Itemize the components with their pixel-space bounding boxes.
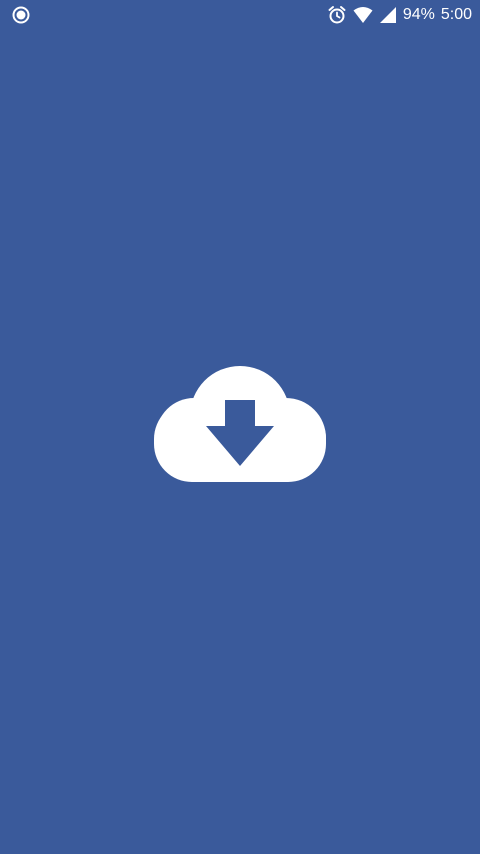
status-right-group: 94% 5:00 [327, 4, 472, 26]
alarm-clock-icon [327, 5, 347, 25]
status-bar: 94% 5:00 [0, 0, 480, 30]
circle-notification-icon [12, 6, 30, 24]
wifi-icon [353, 6, 373, 24]
battery-percentage: 94% [402, 6, 435, 23]
cloud-download-icon [154, 366, 326, 482]
clock-time: 5:00 [440, 6, 472, 23]
cell-signal-icon [379, 6, 397, 24]
